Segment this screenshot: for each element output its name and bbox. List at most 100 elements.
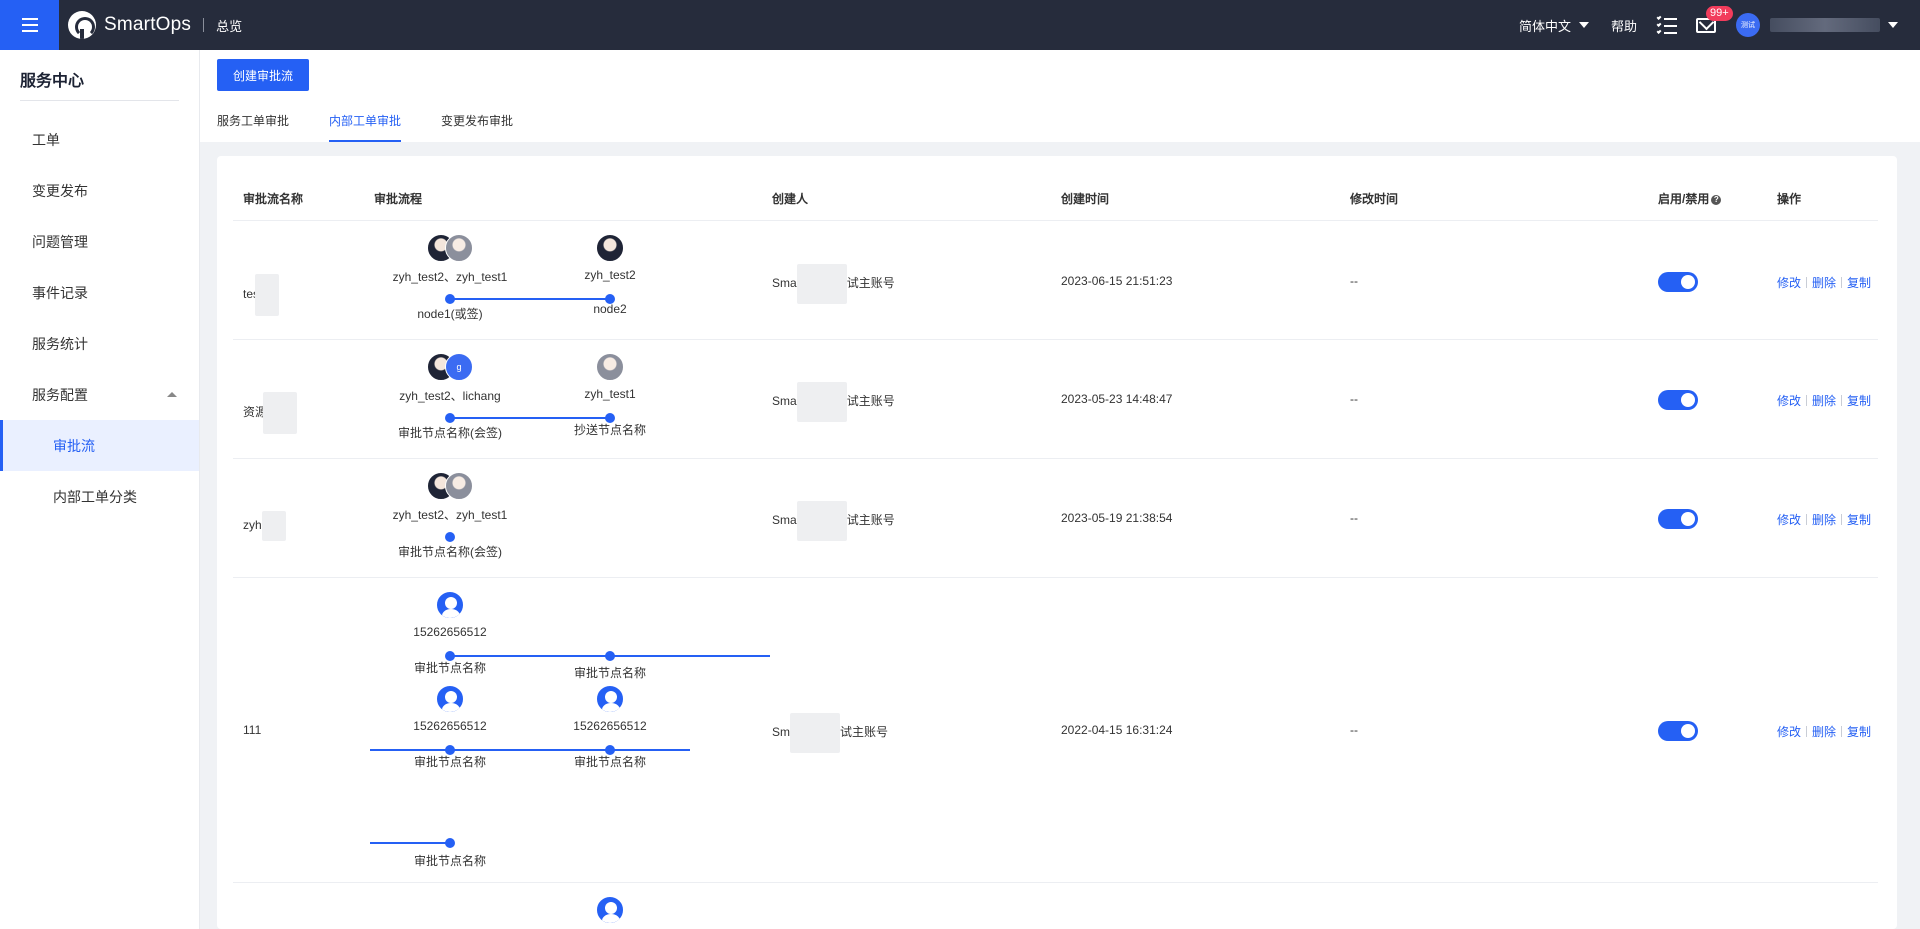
copy-link[interactable]: 复制 [1847, 511, 1871, 528]
edit-link[interactable]: 修改 [1777, 274, 1801, 291]
node-avatars [427, 472, 473, 500]
delete-link[interactable]: 删除 [1812, 392, 1836, 409]
flow-node: zyh_test1 抄送节点名称 [530, 353, 690, 438]
delete-link[interactable]: 删除 [1812, 511, 1836, 528]
brand-name: SmartOps [104, 14, 192, 35]
sidebar-item-label: 问题管理 [32, 233, 88, 250]
user-name-redacted[interactable] [1770, 18, 1880, 32]
user-avatar[interactable]: 测试 [1736, 13, 1760, 37]
divider [1806, 726, 1808, 737]
task-list-icon[interactable] [1656, 15, 1677, 34]
node-avatars: g [427, 353, 473, 381]
node-avatars [596, 234, 624, 262]
creator-prefix: Sma [772, 513, 797, 527]
sidebar-item-internal-ticket-category[interactable]: 内部工单分类 [0, 471, 199, 522]
redacted-text [263, 392, 298, 434]
node-users: zyh_test2、zyh_test1 [392, 508, 508, 522]
creator-suffix: 试主账号 [846, 394, 895, 408]
table-header: 审批流名称 审批流程 创建人 创建时间 修改时间 启用/禁用? 操作 [233, 156, 1878, 221]
sidebar-item-change-release[interactable]: 变更发布 [0, 165, 199, 216]
creator: Sma 试主账号 [772, 263, 895, 304]
user-avatar [596, 353, 624, 381]
create-approval-flow-button[interactable]: 创建审批流 [217, 59, 309, 91]
creator-suffix: 试主账号 [846, 276, 895, 290]
node-name: 审批节点名称 [573, 755, 646, 769]
node-avatars [436, 685, 464, 713]
flow-connector [370, 842, 450, 844]
mail-badge: 99+ [1706, 5, 1733, 21]
divider [1841, 514, 1843, 525]
flow-node-dot [445, 651, 455, 661]
column-header-modified: 修改时间 [1350, 192, 1399, 206]
flow-node-dot [445, 413, 455, 423]
sidebar-item-events[interactable]: 事件记录 [0, 267, 199, 318]
sidebar-item-statistics[interactable]: 服务统计 [0, 318, 199, 369]
node-name: node1(或签) [417, 307, 483, 321]
flow-node-dot [445, 838, 455, 848]
language-label: 简体中文 [1518, 18, 1571, 34]
sidebar-item-tickets[interactable]: 工单 [0, 114, 199, 165]
node-users: 15262656512 [413, 719, 487, 733]
default-avatar-icon [596, 685, 624, 713]
enable-toggle[interactable] [1658, 509, 1698, 529]
modified-time: -- [1350, 511, 1358, 525]
copy-link[interactable]: 复制 [1847, 392, 1871, 409]
table-row: 111 15262656512 审批节点名称 审批节点名称 1526265651… [233, 579, 1878, 883]
divider [1841, 395, 1843, 406]
help-link[interactable]: 帮助 [1611, 16, 1637, 35]
menu-icon[interactable] [0, 0, 59, 50]
row-actions: 修改 删除 复制 [1777, 392, 1871, 409]
chevron-down-icon [1578, 22, 1589, 28]
sidebar-item-approval-flow[interactable]: 审批流 [0, 420, 199, 471]
column-header-ops: 操作 [1777, 192, 1802, 206]
flow-node: zyh_test2、zyh_test1 审批节点名称(会签) [370, 472, 530, 560]
logo[interactable]: SmartOps [68, 11, 191, 39]
creator-prefix: Sma [772, 276, 797, 290]
enable-toggle[interactable] [1658, 272, 1698, 292]
node-name: 审批节点名称 [413, 661, 486, 675]
enable-toggle[interactable] [1658, 721, 1698, 741]
flow-node: 15262656512 审批节点名称 [530, 685, 690, 770]
flow-name[interactable]: 111 [243, 723, 261, 737]
flow-name[interactable]: 资源 [243, 392, 298, 434]
tab-bar: 服务工单审批 内部工单审批 变更发布审批 [217, 112, 553, 142]
creator-suffix: 试主账号 [846, 513, 895, 527]
flow-node-dot [605, 745, 615, 755]
page-header: 创建审批流 服务工单审批 内部工单审批 变更发布审批 [200, 50, 1920, 142]
node-avatars [596, 353, 624, 381]
flow-node: 审批节点名称 [370, 852, 530, 869]
divider [1806, 514, 1808, 525]
sidebar-item-problems[interactable]: 问题管理 [0, 216, 199, 267]
copy-link[interactable]: 复制 [1847, 274, 1871, 291]
edit-link[interactable]: 修改 [1777, 511, 1801, 528]
help-icon[interactable]: ? [1711, 195, 1722, 205]
flow-connector [450, 298, 610, 300]
node-users: zyh_test2、zyh_test1 [392, 270, 508, 284]
table-row [233, 884, 1878, 929]
mail-icon[interactable]: 99+ [1696, 5, 1733, 33]
sidebar-item-service-config[interactable]: 服务配置 [0, 369, 199, 420]
edit-link[interactable]: 修改 [1777, 392, 1801, 409]
tab-change-release-approval[interactable]: 变更发布审批 [441, 112, 513, 142]
tab-internal-ticket-approval[interactable]: 内部工单审批 [329, 112, 402, 142]
sidebar-item-label: 审批流 [53, 437, 95, 454]
flow-name[interactable]: zyh- [243, 511, 286, 541]
delete-link[interactable]: 删除 [1812, 274, 1836, 291]
node-name: 审批节点名称(会签) [398, 426, 502, 440]
flow-name[interactable]: tes [243, 274, 280, 316]
copy-link[interactable]: 复制 [1847, 723, 1871, 740]
enable-toggle[interactable] [1658, 390, 1698, 410]
divider [1806, 277, 1808, 288]
sidebar-title: 服务中心 [20, 73, 85, 90]
tab-service-ticket-approval[interactable]: 服务工单审批 [217, 112, 289, 142]
user-menu-chevron-icon[interactable] [1888, 22, 1898, 28]
table-row: 资源 g zyh_test2、lichang 审批节点名称(会签) zyh_te… [233, 341, 1878, 459]
language-selector[interactable]: 简体中文 [1519, 16, 1589, 35]
nav-overview[interactable]: 总览 [216, 16, 242, 35]
edit-link[interactable]: 修改 [1777, 723, 1801, 740]
column-header-name: 审批流名称 [243, 192, 304, 206]
delete-link[interactable]: 删除 [1812, 723, 1836, 740]
creator: Sm 试主账号 [772, 712, 888, 753]
top-bar: SmartOps 总览 简体中文 帮助 99+ 测试 [0, 0, 1920, 50]
sidebar-item-label: 服务配置 [32, 386, 88, 403]
